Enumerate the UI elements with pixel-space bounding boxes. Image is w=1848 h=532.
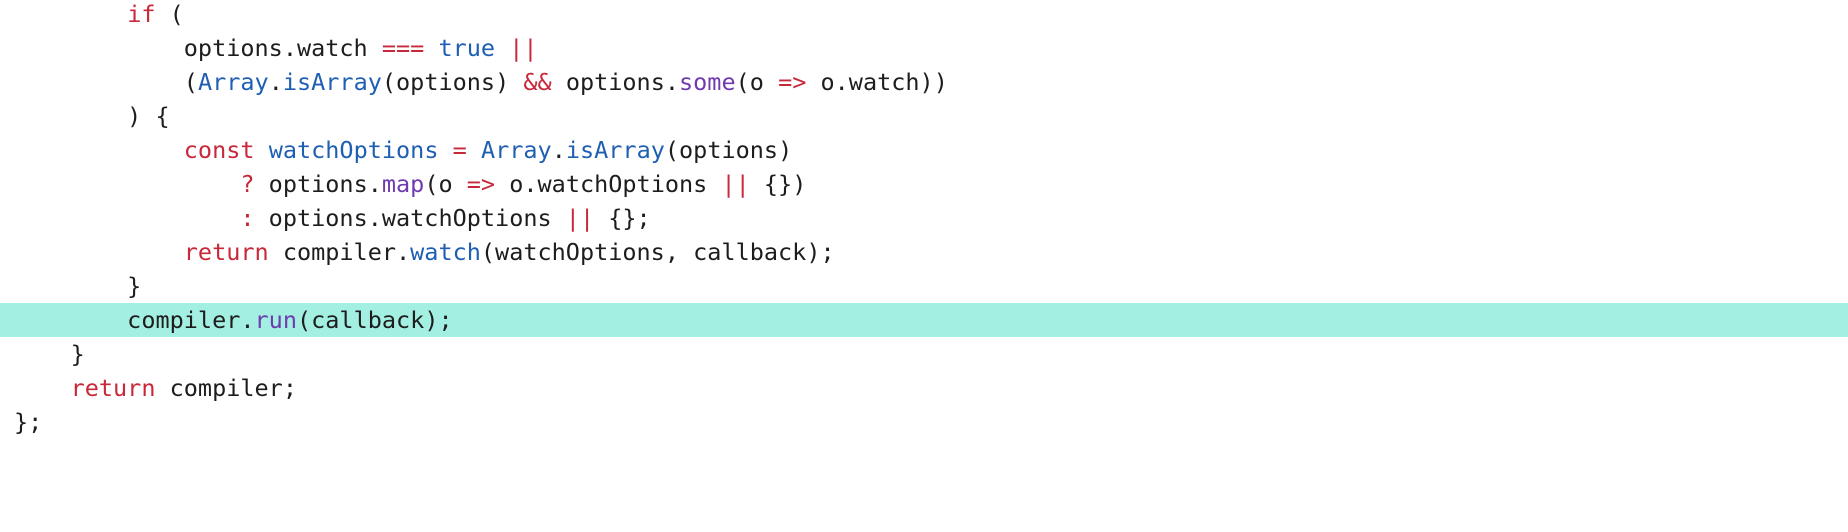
code-token-def: watchOptions (268, 136, 439, 164)
code-token-plain: compiler. (14, 306, 255, 334)
code-line[interactable]: return compiler; (0, 371, 1848, 405)
code-line[interactable]: }; (0, 405, 1848, 439)
code-token-plain: {}; (594, 204, 651, 232)
code-token-builtin: Array (480, 136, 552, 164)
code-token-punct: } (14, 340, 85, 368)
code-editor[interactable]: if ( options.watch === true || (Array.is… (0, 0, 1848, 532)
code-token-punct: }; (14, 408, 43, 436)
code-token-plain: options. (254, 170, 382, 198)
code-token-builtin: isArray (565, 136, 665, 164)
code-token-builtin: watch (410, 238, 481, 266)
code-token-plain: (options) (381, 68, 524, 96)
code-line[interactable]: return compiler.watch(watchOptions, call… (0, 235, 1848, 269)
code-token-punct: ( (155, 0, 184, 28)
code-token-operator: : (240, 204, 255, 232)
code-token-keyword: const (183, 136, 255, 164)
code-token-plain: (options) (664, 136, 793, 164)
code-token-keyword: if (127, 0, 156, 28)
code-token-operator: === (381, 34, 425, 62)
code-token-builtin: Array (197, 68, 269, 96)
code-token-method: run (254, 306, 297, 334)
code-token-plain: options. (551, 68, 680, 96)
code-token-plain: (callback); (296, 306, 453, 334)
code-token-punct: . (551, 136, 566, 164)
code-line[interactable]: options.watch === true || (0, 31, 1848, 65)
code-line[interactable]: } (0, 269, 1848, 303)
code-token-literal: true (438, 34, 496, 62)
code-line[interactable]: if ( (0, 0, 1848, 31)
code-line[interactable]: ? options.map(o => o.watchOptions || {}) (0, 167, 1848, 201)
code-token-builtin: isArray (282, 68, 382, 96)
code-token-plain: options.watch (14, 34, 382, 62)
code-token-plain: options.watchOptions (254, 204, 566, 232)
code-token-plain: {}) (749, 170, 807, 198)
code-token-keyword: return (70, 374, 156, 402)
code-token-operator: || (509, 34, 538, 62)
code-token-plain: (o (735, 68, 779, 96)
code-token-plain: (watchOptions, callback); (480, 238, 835, 266)
code-token-operator: => (466, 170, 496, 198)
code-token-operator: || (721, 170, 750, 198)
code-token-method: some (679, 68, 736, 96)
code-token-plain: (o (424, 170, 467, 198)
code-line[interactable]: : options.watchOptions || {}; (0, 201, 1848, 235)
code-token-punct: ) { (14, 102, 170, 130)
code-token-operator: => (778, 68, 807, 96)
code-line[interactable]: ) { (0, 99, 1848, 133)
highlighted-code-line[interactable]: compiler.run(callback); (0, 303, 1848, 337)
code-token-punct: ( (14, 68, 198, 96)
code-token-keyword: return (183, 238, 269, 266)
code-token-operator: ? (240, 170, 255, 198)
code-token-punct: . (268, 68, 283, 96)
code-token-plain: compiler; (155, 374, 297, 402)
code-line[interactable]: const watchOptions = Array.isArray(optio… (0, 133, 1848, 167)
code-line[interactable]: (Array.isArray(options) && options.some(… (0, 65, 1848, 99)
code-token-operator: && (523, 68, 552, 96)
code-token-operator: || (565, 204, 595, 232)
code-token-plain: o.watch)) (806, 68, 948, 96)
code-token-plain: o.watchOptions (495, 170, 722, 198)
code-token-method: map (381, 170, 425, 198)
code-line[interactable]: } (0, 337, 1848, 371)
code-token-punct: } (14, 272, 142, 300)
code-token-operator: = (452, 136, 467, 164)
code-token-plain: compiler. (268, 238, 411, 266)
